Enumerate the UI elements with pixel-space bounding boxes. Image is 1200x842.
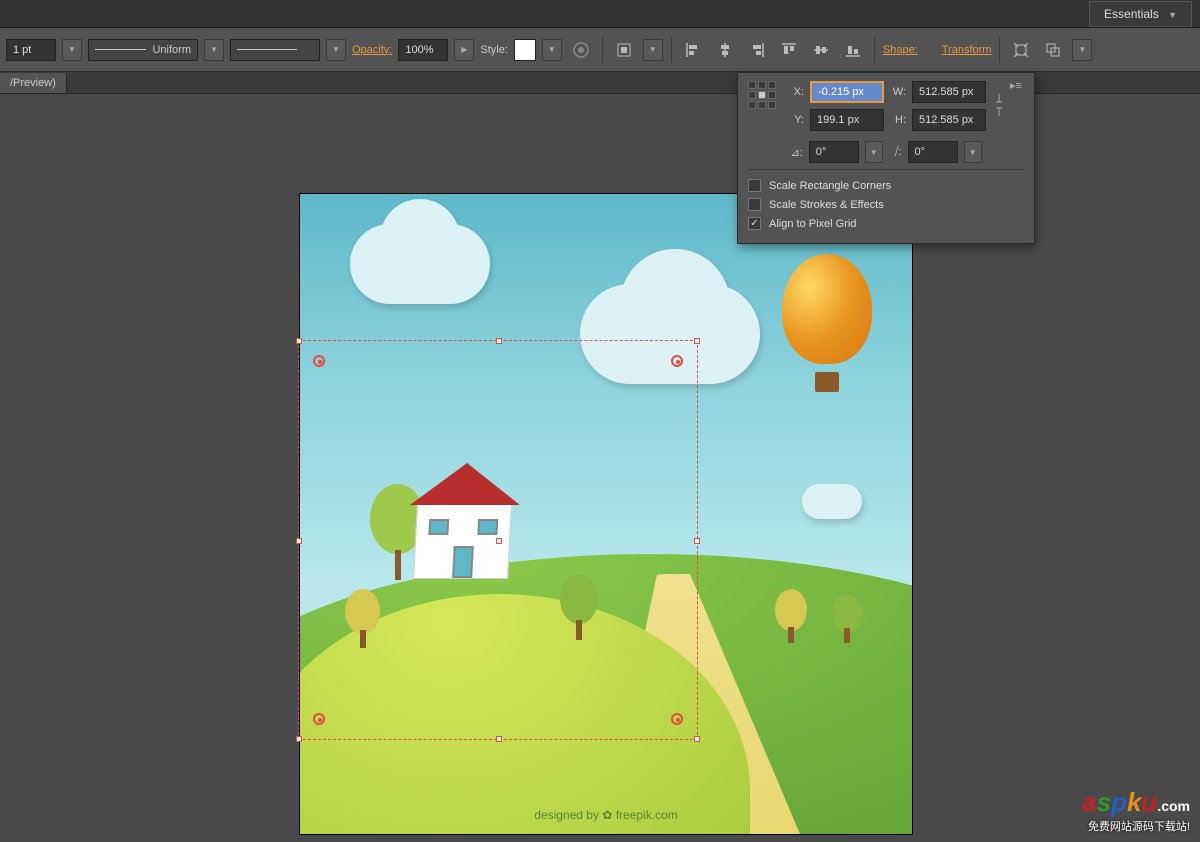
y-input[interactable] bbox=[810, 109, 884, 131]
tree-shape bbox=[775, 589, 807, 643]
rotate-dropdown[interactable]: ▼ bbox=[865, 141, 883, 163]
selection-handle[interactable] bbox=[496, 736, 502, 742]
align-pixel-label: Align to Pixel Grid bbox=[769, 218, 856, 230]
watermark-subtitle: 免费网站源码下载站! bbox=[1082, 818, 1190, 834]
scale-corners-checkbox-row[interactable]: Scale Rectangle Corners bbox=[748, 176, 1024, 195]
opacity-label[interactable]: Opacity: bbox=[352, 44, 392, 56]
align-pixel-checkbox-row[interactable]: ✓ Align to Pixel Grid bbox=[748, 214, 1024, 233]
align-top-icon[interactable] bbox=[776, 37, 802, 63]
selection-handle[interactable] bbox=[694, 736, 700, 742]
corner-widget[interactable] bbox=[671, 355, 683, 367]
edit-contents-icon[interactable] bbox=[1040, 37, 1066, 63]
constrain-proportions-icon[interactable] bbox=[990, 81, 1008, 129]
graphic-style-swatch[interactable] bbox=[514, 39, 536, 61]
stroke-profile-select[interactable]: Uniform bbox=[88, 39, 198, 61]
workspace-label: Essentials bbox=[1104, 7, 1159, 21]
separator bbox=[999, 37, 1000, 63]
selection-handle[interactable] bbox=[296, 338, 302, 344]
checkbox-unchecked-icon[interactable] bbox=[748, 179, 761, 192]
app-menubar: Essentials ▼ bbox=[0, 0, 1200, 28]
scale-corners-label: Scale Rectangle Corners bbox=[769, 180, 891, 192]
brush-line-icon bbox=[237, 49, 297, 50]
shape-label[interactable]: Shape: bbox=[883, 44, 918, 56]
align-vcenter-icon[interactable] bbox=[808, 37, 834, 63]
selection-handle[interactable] bbox=[694, 538, 700, 544]
document-tab-label: /Preview) bbox=[10, 77, 56, 89]
scale-strokes-checkbox-row[interactable]: Scale Strokes & Effects bbox=[748, 195, 1024, 214]
watermark-logo: aspku.com bbox=[1082, 787, 1190, 818]
align-hcenter-icon[interactable] bbox=[712, 37, 738, 63]
x-input[interactable] bbox=[810, 81, 884, 103]
cloud-shape bbox=[802, 484, 862, 519]
stroke-line-icon bbox=[95, 49, 146, 50]
brush-definition-select[interactable] bbox=[230, 39, 320, 61]
x-label: X: bbox=[788, 86, 804, 98]
brush-dropdown[interactable]: ▼ bbox=[326, 39, 346, 61]
corner-widget[interactable] bbox=[671, 713, 683, 725]
align-to-selection-icon[interactable] bbox=[611, 37, 637, 63]
recolor-artwork-icon[interactable] bbox=[568, 37, 594, 63]
watermark: aspku.com 免费网站源码下载站! bbox=[1082, 787, 1190, 834]
selection-bounding-box[interactable] bbox=[298, 340, 698, 740]
cloud-shape bbox=[350, 224, 490, 304]
align-left-icon[interactable] bbox=[680, 37, 706, 63]
isolate-icon[interactable] bbox=[1008, 37, 1034, 63]
hot-air-balloon bbox=[782, 254, 872, 392]
document-tab[interactable]: /Preview) bbox=[0, 73, 67, 93]
separator bbox=[874, 37, 875, 63]
scale-strokes-label: Scale Strokes & Effects bbox=[769, 199, 884, 211]
stroke-profile-dropdown[interactable]: ▼ bbox=[204, 39, 224, 61]
align-to-dropdown[interactable]: ▼ bbox=[643, 39, 663, 61]
align-bottom-icon[interactable] bbox=[840, 37, 866, 63]
shear-input[interactable] bbox=[908, 141, 958, 163]
selection-handle[interactable] bbox=[496, 338, 502, 344]
reference-point-selector[interactable] bbox=[748, 81, 776, 109]
w-label: W: bbox=[890, 86, 906, 98]
opacity-dropdown[interactable]: ▶ bbox=[454, 39, 474, 61]
h-label: H: bbox=[890, 114, 906, 126]
style-dropdown[interactable]: ▼ bbox=[542, 39, 562, 61]
separator bbox=[671, 37, 672, 63]
stroke-profile-label: Uniform bbox=[152, 44, 191, 56]
stroke-weight-dropdown[interactable]: ▼ bbox=[62, 39, 82, 61]
rotate-icon: ⊿: bbox=[790, 146, 802, 159]
shear-icon: ⧸: bbox=[895, 146, 902, 159]
corner-widget[interactable] bbox=[313, 713, 325, 725]
stroke-weight-input[interactable] bbox=[6, 39, 56, 61]
style-label: Style: bbox=[480, 44, 508, 56]
edit-dropdown[interactable]: ▼ bbox=[1072, 39, 1092, 61]
y-label: Y: bbox=[788, 114, 804, 126]
artwork-credit: designed by ✿ freepik.com bbox=[300, 808, 912, 822]
separator bbox=[602, 37, 603, 63]
checkbox-unchecked-icon[interactable] bbox=[748, 198, 761, 211]
selection-handle[interactable] bbox=[296, 538, 302, 544]
workspace-switcher[interactable]: Essentials ▼ bbox=[1089, 1, 1192, 27]
transform-panel: ▸≡ X: W: Y: H: ⊿: ▼ bbox=[737, 72, 1035, 244]
transform-label[interactable]: Transform bbox=[942, 44, 992, 56]
selection-handle[interactable] bbox=[694, 338, 700, 344]
opacity-input[interactable] bbox=[398, 39, 448, 61]
height-input[interactable] bbox=[912, 109, 986, 131]
corner-widget[interactable] bbox=[313, 355, 325, 367]
panel-menu-icon[interactable]: ▸≡ bbox=[1010, 79, 1026, 92]
shear-dropdown[interactable]: ▼ bbox=[964, 141, 982, 163]
chevron-down-icon: ▼ bbox=[1168, 10, 1177, 20]
selection-handle[interactable] bbox=[296, 736, 302, 742]
checkbox-checked-icon[interactable]: ✓ bbox=[748, 217, 761, 230]
width-input[interactable] bbox=[912, 81, 986, 103]
selection-center[interactable] bbox=[496, 538, 502, 544]
control-bar: ▼ Uniform ▼ ▼ Opacity: ▶ Style: ▼ ▼ Shap… bbox=[0, 28, 1200, 72]
rotate-input[interactable] bbox=[809, 141, 859, 163]
align-right-icon[interactable] bbox=[744, 37, 770, 63]
tree-shape bbox=[832, 594, 862, 643]
